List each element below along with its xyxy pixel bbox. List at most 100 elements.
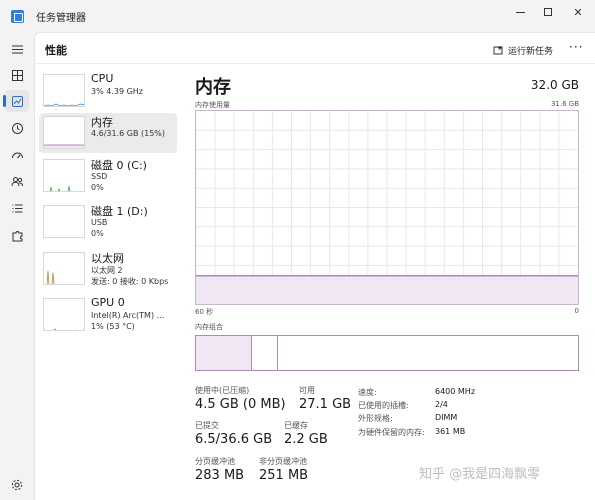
gpu-thumbnail-graph [43,298,85,331]
usage-area [196,275,578,304]
performance-icon [11,95,23,107]
more-options-button[interactable]: ··· [569,40,583,54]
title-bar: 任务管理器 ✕ [0,0,595,32]
performance-page: 性能 运行新任务 ··· CPU 3% 4.39 GHz 内存 4.6/31.6… [34,32,595,500]
disk1-thumbnail-graph [43,205,85,238]
task-manager-app-icon [11,10,24,23]
device-model: Intel(R) Arc(TM) ... [91,311,165,320]
device-adapter: 以太网 2 [91,266,123,275]
minimize-icon [515,11,525,13]
stat-value: 251 MB [259,468,309,483]
graph-grid [196,111,578,304]
property-label-form-factor: 外形规格: [358,414,393,423]
watermark-text: 知乎 @我是四海飘零 [419,467,541,482]
stat-label: 非分页缓冲池 [259,457,307,466]
details-list-icon [12,204,22,212]
device-ethernet[interactable]: 以太网 以太网 2 发送: 0 接收: 0 Kbps [39,249,177,289]
nav-services[interactable] [5,224,29,246]
disk1-mini-chart [44,206,85,238]
device-name: 磁盘 0 (C:) [91,159,147,172]
nav-processes[interactable] [5,64,29,86]
services-puzzle-icon [12,230,22,241]
detail-title: 内存 [195,77,231,98]
cpu-mini-chart [44,103,84,106]
stat-cached: 已缓存 2.2 GB [284,420,328,447]
property-value-form-factor: DIMM [435,413,458,422]
close-icon: ✕ [573,5,583,19]
usage-graph-max: 31.6 GB [550,100,579,108]
property-value-slots: 2/4 [435,400,448,409]
device-cpu[interactable]: CPU 3% 4.39 GHz [39,71,177,111]
memory-usage-graph [195,110,579,305]
nav-details[interactable] [5,197,29,219]
gear-icon [11,479,23,491]
stat-in-use: 使用中(已压缩) 4.5 GB (0 MB) [195,385,286,412]
stat-value: 27.1 GB [299,397,352,412]
device-type: USB [91,218,108,227]
cpu-thumbnail-graph [43,74,85,107]
nav-users[interactable] [5,170,29,192]
device-name: 磁盘 1 (D:) [91,205,148,218]
maximize-icon [544,8,552,16]
stat-nonpaged-pool: 非分页缓冲池 251 MB [259,456,308,483]
device-usage: 0% [91,183,104,192]
stat-value: 6.5/36.6 GB [195,432,273,447]
stat-label: 已提交 [195,421,219,430]
header-divider [35,63,595,64]
processes-icon [11,69,23,81]
stat-label: 可用 [299,386,315,395]
device-usage: 1% (53 °C) [91,322,135,331]
hamburger-icon [11,44,23,54]
hamburger-menu-button[interactable] [5,38,29,60]
memory-composition-bar [195,335,579,371]
disk0-thumbnail-graph [43,159,85,192]
navigation-rail [0,32,34,500]
property-label-speed: 速度: [358,388,377,397]
ethernet-thumbnail-graph [43,252,85,285]
property-label-hardware-reserved: 为硬件保留的内存: [358,428,425,437]
stat-label: 使用中(已压缩) [195,386,250,395]
composition-modified [251,336,278,370]
run-task-icon [493,45,503,54]
device-throughput: 发送: 0 接收: 0 Kbps [91,277,169,286]
device-disk-1[interactable]: 磁盘 1 (D:) USB 0% [39,202,177,242]
run-new-task-label: 运行新任务 [508,46,554,57]
disk0-mini-chart [49,185,71,191]
minimize-button[interactable] [505,0,535,24]
time-axis-start: 60 秒 [195,308,214,316]
memory-mini-chart [44,144,84,148]
device-name: 以太网 [91,252,124,265]
usage-graph-label: 内存使用量 [195,101,230,109]
device-name: 内存 [91,116,113,129]
device-memory[interactable]: 内存 4.6/31.6 GB (15%) [39,113,177,153]
property-label-slots: 已使用的插槽: [358,401,409,410]
device-name: CPU [91,72,114,85]
stat-available: 可用 27.1 GB [299,385,351,412]
gpu-mini-chart [54,328,76,330]
stat-value: 283 MB [195,468,245,483]
memory-thumbnail-graph [43,116,85,149]
composition-in-use [196,336,252,370]
window-title: 任务管理器 [36,13,86,24]
time-axis-end: 0 [574,307,579,315]
nav-app-history[interactable] [5,117,29,139]
property-value-speed: 6400 MHz [435,387,476,396]
run-new-task-button[interactable]: 运行新任务 [493,41,553,59]
property-value-hardware-reserved: 361 MB [435,427,466,436]
device-gpu[interactable]: GPU 0 Intel(R) Arc(TM) ... 1% (53 °C) [39,295,177,335]
settings-button[interactable] [8,476,26,494]
nav-performance[interactable] [3,90,29,112]
history-icon [11,122,23,134]
device-disk-0[interactable]: 磁盘 0 (C:) SSD 0% [39,156,177,196]
composition-label: 内存组合 [195,323,223,331]
users-icon [11,176,23,186]
nav-startup-apps[interactable] [5,144,29,166]
maximize-button[interactable] [533,0,563,24]
ethernet-mini-chart [46,270,55,284]
close-button[interactable]: ✕ [563,0,593,24]
device-usage: 0% [91,229,104,238]
stat-value: 4.5 GB (0 MB) [195,397,286,412]
device-detail: 3% 4.39 GHz [91,87,144,96]
device-type: SSD [91,172,108,181]
stat-paged-pool: 分页缓冲池 283 MB [195,456,244,483]
